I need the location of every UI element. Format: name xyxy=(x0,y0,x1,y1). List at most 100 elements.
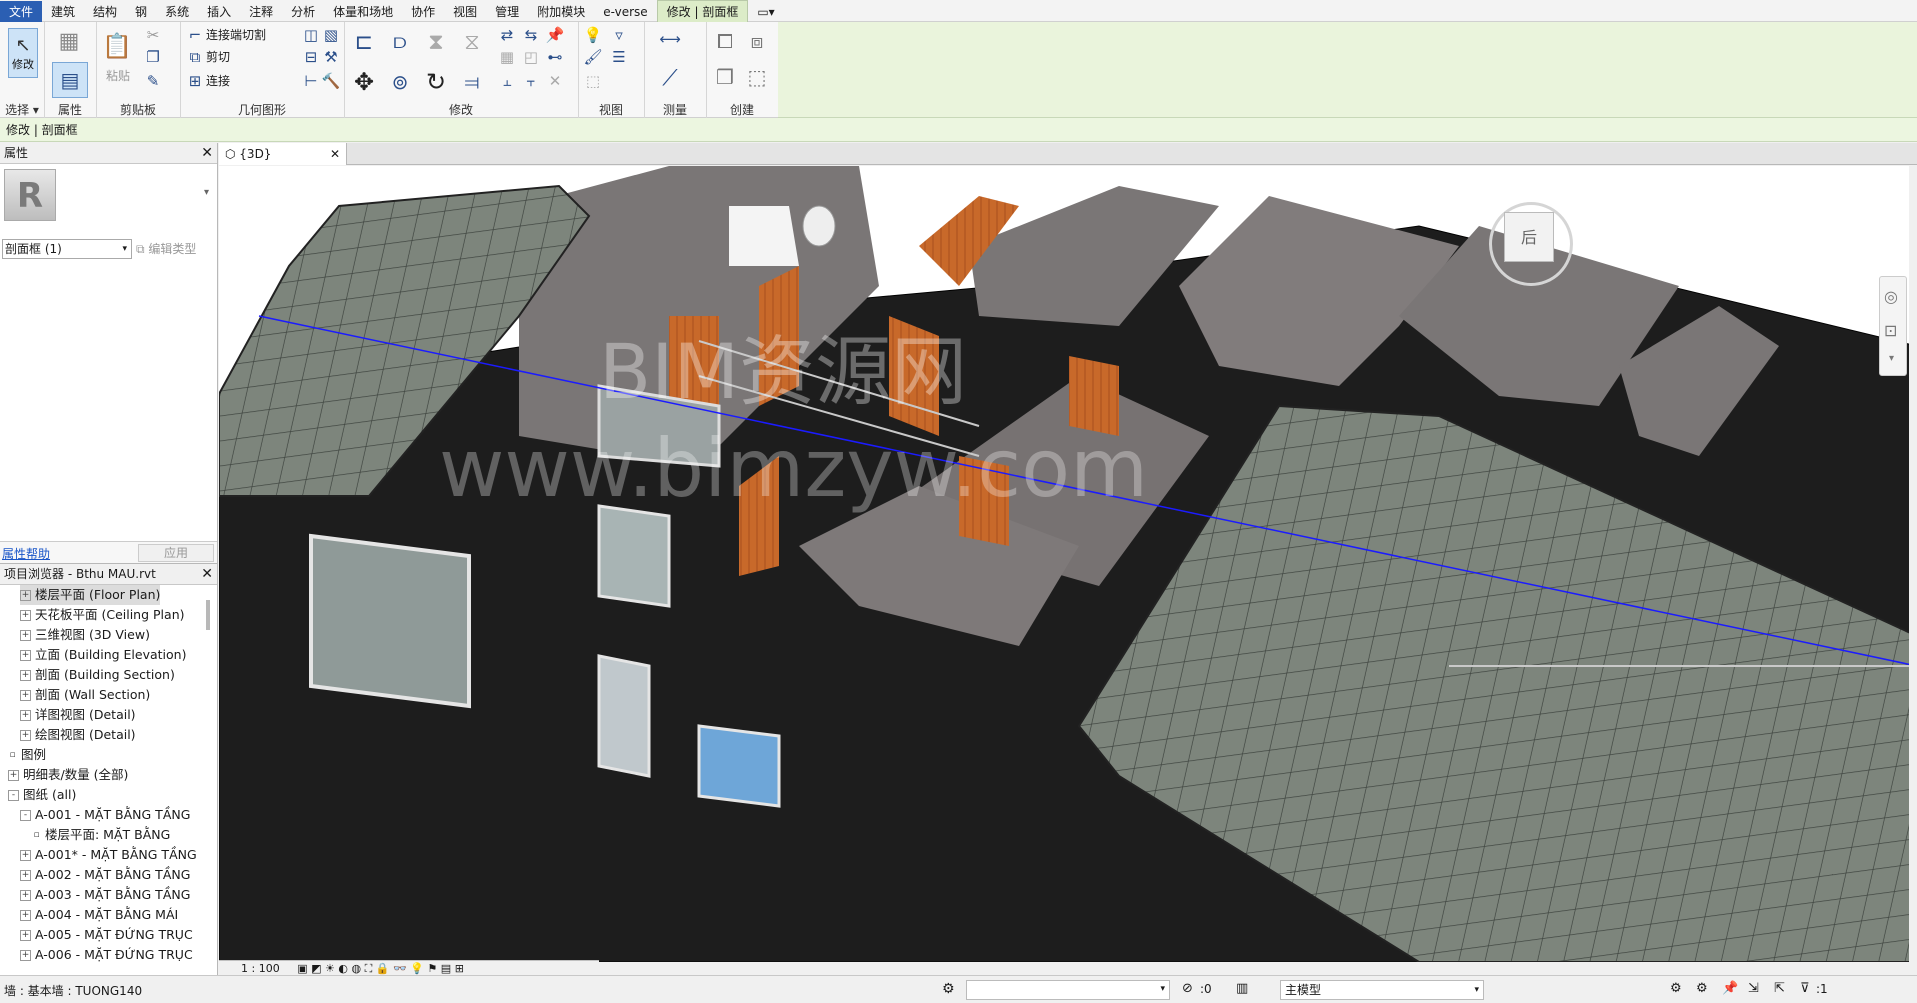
type-dropdown-arrow-icon[interactable]: ▾ xyxy=(204,187,209,198)
align-icon[interactable]: ⊏ xyxy=(348,26,380,58)
nav-menu-icon[interactable]: ▾ xyxy=(1889,353,1894,364)
properties-help-link[interactable]: 属性帮助 xyxy=(2,545,50,562)
linework-icon[interactable]: ☰ xyxy=(608,46,630,68)
detail-level-icon[interactable]: ▣ xyxy=(297,962,307,975)
tab-massing-site[interactable]: 体量和场地 xyxy=(324,1,402,23)
select-pinned-icon[interactable]: 📌 xyxy=(1722,981,1738,996)
create-similar-icon[interactable]: ⬚ xyxy=(742,62,772,92)
split-element-icon[interactable]: ⇄ xyxy=(496,24,518,46)
modify-button[interactable]: ↖ 修改 xyxy=(8,28,38,78)
steering-wheel-icon[interactable]: ◎ xyxy=(1884,287,1898,306)
browser-tree-item[interactable]: + A-002 - MẶT BẰNG TẦNG xyxy=(20,865,190,885)
workset-dropdown[interactable]: ▾ xyxy=(966,980,1170,1000)
temp-hide-icon[interactable]: 👓 xyxy=(393,962,407,975)
cope-icon[interactable]: ⌐ xyxy=(184,24,206,46)
cut-geometry-icon[interactable]: ⧉ xyxy=(184,46,206,68)
3d-viewport[interactable]: BIM资源网 www.bimzyw.com 后 ◎ ⊡ ▾ xyxy=(219,166,1917,962)
tab-insert[interactable]: 插入 xyxy=(198,1,240,23)
unpin-icon[interactable]: ⊷ xyxy=(544,46,566,68)
panel-label-select[interactable]: 选择 ▾ xyxy=(0,102,44,118)
wall-joins-icon[interactable]: ⊟ xyxy=(300,46,322,68)
crop-view-icon[interactable]: ⛶ xyxy=(365,962,373,975)
browser-tree-item[interactable]: + 详图视图 (Detail) xyxy=(20,705,136,725)
select-underlay-icon[interactable]: ⚙ xyxy=(1696,981,1708,996)
cut-geometry-label[interactable]: 剪切 xyxy=(206,47,230,67)
design-option-dropdown[interactable]: 主模型 ▾ xyxy=(1280,980,1484,1000)
split-face-icon[interactable]: ◫ xyxy=(300,24,322,46)
cut-icon[interactable]: ✂ xyxy=(142,24,164,46)
match-properties-icon[interactable]: ✎ xyxy=(142,70,164,92)
browser-tree-item[interactable]: + 绘图视图 (Detail) xyxy=(20,725,136,745)
browser-tree-item[interactable]: ▫ 楼层平面: MẶT BẰNG xyxy=(32,825,170,845)
expand-toggle-icon[interactable]: + xyxy=(20,870,31,881)
scale-icon[interactable]: ◰ xyxy=(520,46,542,68)
browser-tree-item[interactable]: - 图纸 (all) xyxy=(8,785,76,805)
tab-structure[interactable]: 结构 xyxy=(84,1,126,23)
pin-icon[interactable]: 📌 xyxy=(544,24,566,46)
edit-type-button[interactable]: ⧉ 编辑类型 xyxy=(136,239,196,259)
hide-icon[interactable]: ⬚ xyxy=(582,70,604,92)
tab-annotate[interactable]: 注释 xyxy=(240,1,282,23)
lightbulb-icon[interactable]: 💡 xyxy=(582,24,604,46)
zoom-icon[interactable]: ⊡ xyxy=(1884,321,1897,340)
select-by-face-icon[interactable]: ⇲ xyxy=(1748,981,1759,996)
expand-toggle-icon[interactable]: + xyxy=(20,590,31,601)
paste-icon[interactable]: 📋 xyxy=(102,26,132,66)
expand-toggle-icon[interactable]: + xyxy=(20,630,31,641)
drag-elements-icon[interactable]: ⇱ xyxy=(1774,981,1785,996)
expand-toggle-icon[interactable]: - xyxy=(20,810,31,821)
visual-style-icon[interactable]: ◩ xyxy=(311,962,321,975)
type-selector[interactable]: 剖面框 (1) ▾ xyxy=(2,239,132,259)
browser-tree-item[interactable]: ▫ 图例 xyxy=(8,745,46,765)
paintbrush-icon[interactable]: 🖌 xyxy=(582,46,604,68)
expand-toggle-icon[interactable]: + xyxy=(20,690,31,701)
expand-toggle-icon[interactable]: + xyxy=(20,850,31,861)
browser-tree-item[interactable]: + 楼层平面 (Floor Plan) xyxy=(20,585,161,605)
mirror-draw-icon[interactable]: ⧖ xyxy=(456,26,488,58)
split-gap-icon[interactable]: ⇆ xyxy=(520,24,542,46)
filter-icon[interactable]: ⊽ xyxy=(1800,981,1810,996)
view-scale[interactable]: 1 : 100 xyxy=(241,962,280,975)
close-icon[interactable]: ✕ xyxy=(201,143,213,163)
tab-manage[interactable]: 管理 xyxy=(486,1,528,23)
lock-view-icon[interactable]: 🔒 xyxy=(376,962,390,975)
expand-toggle-icon[interactable]: - xyxy=(8,790,19,801)
browser-tree-item[interactable]: + 明细表/数量 (全部) xyxy=(8,765,128,785)
highlight-icon[interactable]: ▤ xyxy=(441,962,451,975)
trim-single-icon[interactable]: ⫟ xyxy=(520,70,542,92)
browser-scrollbar[interactable] xyxy=(206,600,210,630)
cope-label[interactable]: 连接端切割 xyxy=(206,25,266,45)
dimension-icon[interactable]: ⟋ xyxy=(650,62,690,94)
trim-multiple-icon[interactable]: ⫠ xyxy=(496,70,518,92)
ribbon-toggle-button[interactable]: ▭▾ xyxy=(748,1,783,23)
design-options-icon[interactable]: ▥ xyxy=(1236,981,1248,996)
viewport-scrollbar[interactable] xyxy=(1909,166,1917,962)
tab-view[interactable]: 视图 xyxy=(444,1,486,23)
expand-toggle-icon[interactable]: + xyxy=(8,770,19,781)
override-icon[interactable]: ▿ xyxy=(608,24,630,46)
shadows-icon[interactable]: ◐ xyxy=(338,962,348,975)
delete-icon[interactable]: ✕ xyxy=(544,70,566,92)
copy-icon[interactable]: ❐ xyxy=(142,46,164,68)
constraints-icon[interactable]: ⊞ xyxy=(455,962,464,975)
browser-tree-item[interactable]: + A-004 - MẶT BẰNG MÁI xyxy=(20,905,178,925)
paint-icon[interactable]: ▧ xyxy=(320,24,342,46)
tab-everse[interactable]: e-verse xyxy=(594,1,656,23)
trim-extend-icon[interactable]: ⫤ xyxy=(456,66,488,98)
browser-tree-item[interactable]: + A-006 - MẶT ĐỨNG TRỤC xyxy=(20,945,193,965)
browser-tree-item[interactable]: + A-003 - MẶT BẰNG TẦNG xyxy=(20,885,190,905)
browser-tree-item[interactable]: + 三维视图 (3D View) xyxy=(20,625,150,645)
tab-file[interactable]: 文件 xyxy=(0,1,43,23)
expand-toggle-icon[interactable]: + xyxy=(20,950,31,961)
create-assembly-icon[interactable]: ❒ xyxy=(710,62,740,92)
tab-architecture[interactable]: 建筑 xyxy=(42,1,84,23)
expand-toggle-icon[interactable]: + xyxy=(20,910,31,921)
beam-icon[interactable]: ⊢ xyxy=(300,70,322,92)
mirror-axis-icon[interactable]: ⧗ xyxy=(420,26,452,58)
expand-toggle-icon[interactable]: + xyxy=(20,650,31,661)
create-parts-icon[interactable]: ⧠ xyxy=(710,26,740,56)
expand-toggle-icon[interactable]: + xyxy=(20,610,31,621)
sun-path-icon[interactable]: ☀ xyxy=(325,962,335,975)
tab-collaborate[interactable]: 协作 xyxy=(402,1,444,23)
tab-analyze[interactable]: 分析 xyxy=(282,1,324,23)
